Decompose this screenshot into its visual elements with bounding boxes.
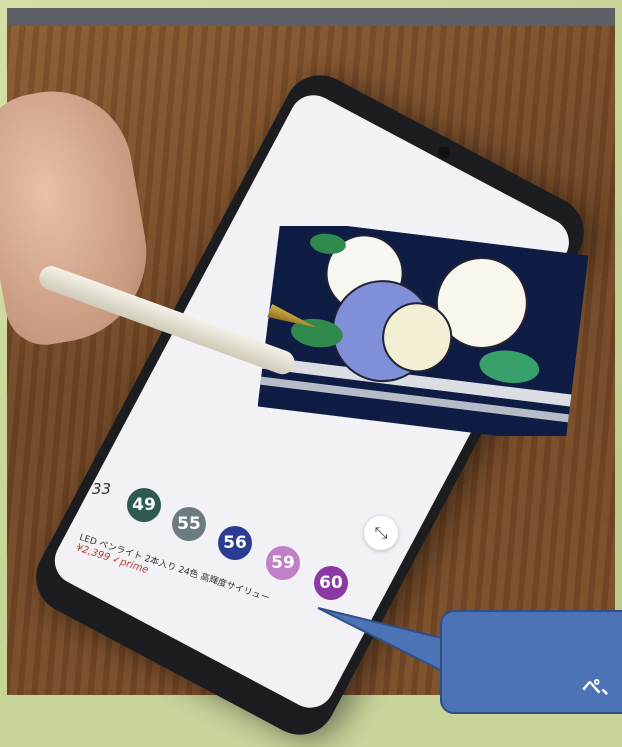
photo-top-strip <box>7 8 615 26</box>
shrink-icon: ⤡ <box>374 523 388 542</box>
shrink-button[interactable]: ⤡ <box>364 516 398 550</box>
palette-swatch-49[interactable]: 49 <box>127 488 161 522</box>
palette-number-33[interactable]: 33 <box>92 480 111 498</box>
palette-swatch-60[interactable]: 60 <box>314 566 348 600</box>
palette-swatch-55[interactable]: 55 <box>172 507 206 541</box>
coloring-artwork[interactable] <box>258 226 588 436</box>
palette-swatch-56[interactable]: 56 <box>218 526 252 560</box>
palette-swatch-59[interactable]: 59 <box>266 546 300 580</box>
